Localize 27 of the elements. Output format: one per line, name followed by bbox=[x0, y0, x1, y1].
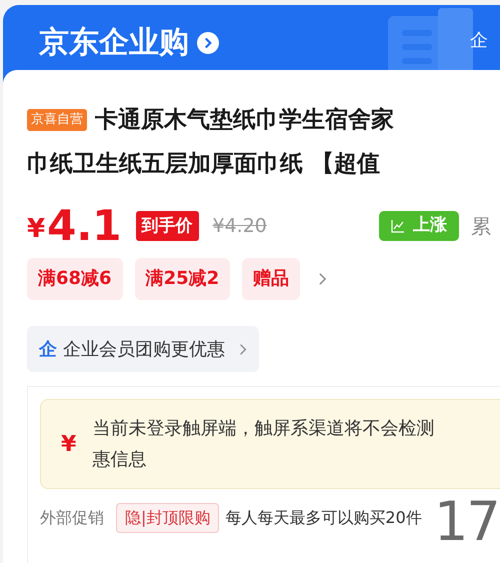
product-title-line: 卡通原木气垫纸巾学生宿舍家 bbox=[95, 106, 394, 135]
promotion-tag[interactable]: 满68减6 bbox=[27, 258, 123, 300]
external-promo-label: 外部促销 bbox=[40, 507, 104, 529]
price-currency: ¥ bbox=[27, 212, 46, 246]
header-link[interactable]: 企 bbox=[470, 27, 488, 54]
member-banner[interactable]: 企 企业会员团购更优惠 bbox=[27, 326, 259, 372]
promotion-tag[interactable]: 赠品 bbox=[242, 258, 300, 300]
original-price: ¥4.20 bbox=[212, 214, 267, 239]
header-title: 京东企业购 bbox=[39, 24, 189, 62]
enterprise-icon: 企 bbox=[39, 336, 57, 362]
chart-icon bbox=[390, 219, 405, 233]
overlay-number: 17 bbox=[434, 492, 499, 552]
final-price-badge: 到手价 bbox=[136, 211, 198, 241]
trend-label: 累 bbox=[470, 213, 491, 240]
limit-tag: 隐|封顶限购 bbox=[116, 503, 220, 533]
limit-text: 每人每天最多可以购买20件 bbox=[225, 507, 422, 529]
chevron-right-icon bbox=[318, 272, 328, 286]
chevron-right-icon bbox=[239, 342, 247, 356]
notice-text-line: 惠信息 bbox=[92, 448, 148, 472]
notice-text-line: 当前未登录触屏端，触屏系渠道将不会检测 bbox=[92, 417, 434, 441]
price-amount: 4.1 bbox=[47, 204, 122, 248]
member-banner-text: 企业会员团购更优惠 bbox=[63, 338, 225, 362]
trend-badge[interactable]: 上涨 bbox=[378, 211, 459, 241]
product-title-line: 巾纸卫生纸五层加厚面巾纸 【超值 bbox=[27, 150, 382, 179]
promotion-tag[interactable]: 满25减2 bbox=[134, 258, 230, 300]
yen-icon: ¥ bbox=[61, 428, 76, 460]
store-badge: 京喜自营 bbox=[27, 109, 87, 131]
